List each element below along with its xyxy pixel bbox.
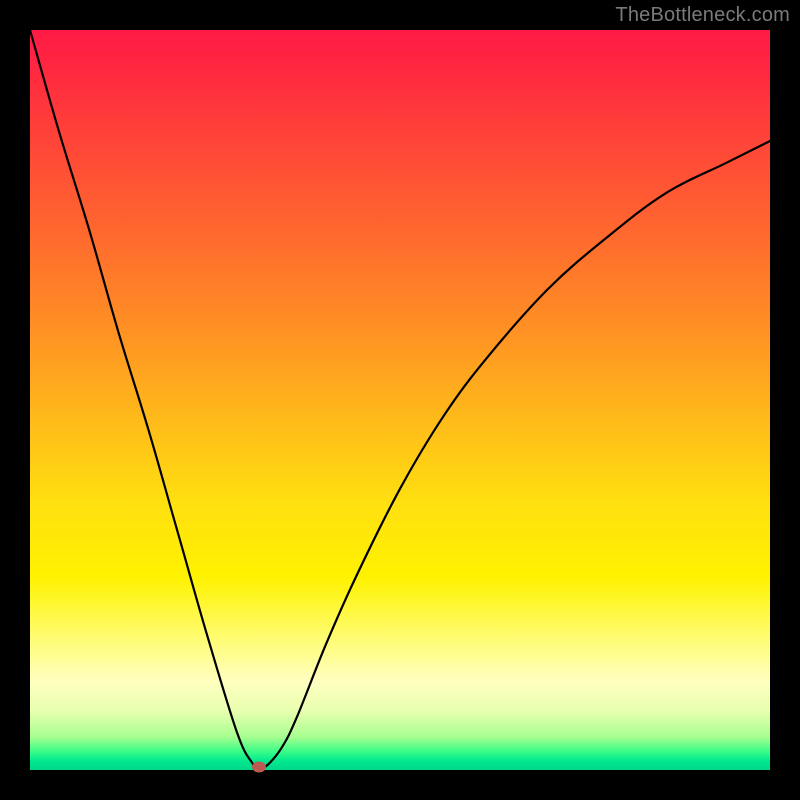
watermark-text: TheBottleneck.com: [615, 4, 790, 27]
bottleneck-curve: [30, 30, 770, 770]
chart-frame: TheBottleneck.com: [0, 0, 800, 800]
plot-area: [30, 30, 770, 770]
optimal-point-marker: [252, 762, 266, 773]
